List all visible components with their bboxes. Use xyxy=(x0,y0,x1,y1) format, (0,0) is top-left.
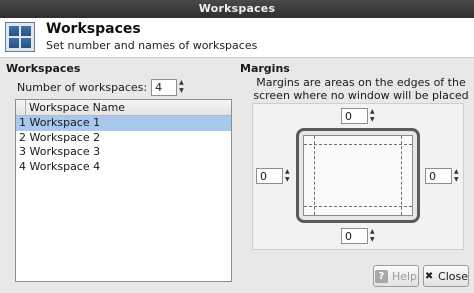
margins-section-title: Margins xyxy=(240,62,290,75)
workspace-index: 3 xyxy=(19,145,26,158)
workspace-count-label: Number of workspaces: xyxy=(17,80,148,94)
window-titlebar[interactable]: Workspaces xyxy=(0,0,474,18)
spin-down-icon[interactable]: ▼ xyxy=(179,87,184,95)
margin-right-input[interactable]: 0 xyxy=(425,168,452,184)
help-button[interactable]: ? Help xyxy=(373,265,419,287)
workspaces-section-title: Workspaces xyxy=(6,62,81,75)
workspace-name[interactable]: Workspace 2 xyxy=(30,131,101,144)
margin-left-spinner[interactable]: 0 ▲ ▼ xyxy=(256,168,290,184)
margin-bottom-input[interactable]: 0 xyxy=(341,228,368,244)
margin-right-spinner[interactable]: 0 ▲ ▼ xyxy=(425,168,459,184)
workspace-row[interactable]: 2 Workspace 2 xyxy=(16,131,231,146)
spin-up-icon[interactable]: ▲ xyxy=(370,228,375,236)
workspace-row[interactable]: 1 Workspace 1 xyxy=(16,116,231,131)
workspace-name[interactable]: Workspace 3 xyxy=(30,145,101,158)
spin-up-icon[interactable]: ▲ xyxy=(454,168,459,176)
screen-preview xyxy=(303,135,413,216)
workspace-index: 4 xyxy=(19,159,26,173)
workspace-count-row: Number of workspaces: 4 ▲ ▼ xyxy=(17,78,184,96)
margins-description: Margins are areas on the edges of the sc… xyxy=(253,76,469,102)
monitor-preview-icon xyxy=(296,128,420,223)
workspaces-icon xyxy=(5,22,35,52)
spin-down-icon[interactable]: ▼ xyxy=(454,176,459,184)
dialog-header: Workspaces Set number and names of works… xyxy=(0,18,474,58)
workspace-name[interactable]: Workspace 1 xyxy=(30,116,101,129)
workspace-list-header[interactable]: Workspace Name xyxy=(16,100,231,116)
workspace-index: 1 xyxy=(19,116,26,129)
workspace-list[interactable]: Workspace Name 1 Workspace 12 Workspace … xyxy=(15,99,232,282)
help-icon: ? xyxy=(374,269,388,283)
margin-bottom-spinner[interactable]: 0 ▲ ▼ xyxy=(341,228,375,244)
workspace-row[interactable]: 3 Workspace 3 xyxy=(16,145,231,160)
spin-down-icon[interactable]: ▼ xyxy=(285,176,290,184)
spin-down-icon[interactable]: ▼ xyxy=(370,116,375,124)
spin-down-icon[interactable]: ▼ xyxy=(370,236,375,244)
margin-top-input[interactable]: 0 xyxy=(341,108,368,124)
column-header-workspace-name[interactable]: Workspace Name xyxy=(29,101,125,114)
spin-up-icon[interactable]: ▲ xyxy=(285,168,290,176)
spin-up-icon[interactable]: ▲ xyxy=(179,79,184,87)
workspace-name[interactable]: Workspace 4 xyxy=(30,160,101,173)
margin-top-spinner[interactable]: 0 ▲ ▼ xyxy=(341,108,375,124)
workspace-index: 2 xyxy=(19,130,26,144)
workspace-count-input[interactable]: 4 xyxy=(151,78,178,96)
close-icon: ✖ xyxy=(424,270,434,282)
header-title: Workspaces xyxy=(46,21,141,37)
workspace-row[interactable]: 4 Workspace 4 xyxy=(16,160,231,175)
close-button[interactable]: ✖ Close xyxy=(423,265,469,287)
spin-up-icon[interactable]: ▲ xyxy=(370,108,375,116)
header-subtitle: Set number and names of workspaces xyxy=(46,39,258,52)
margin-left-input[interactable]: 0 xyxy=(256,168,283,184)
workspace-count-spinner[interactable]: ▲ ▼ xyxy=(179,79,184,95)
workspaces-dialog: Workspaces Workspaces Set number and nam… xyxy=(0,0,474,293)
